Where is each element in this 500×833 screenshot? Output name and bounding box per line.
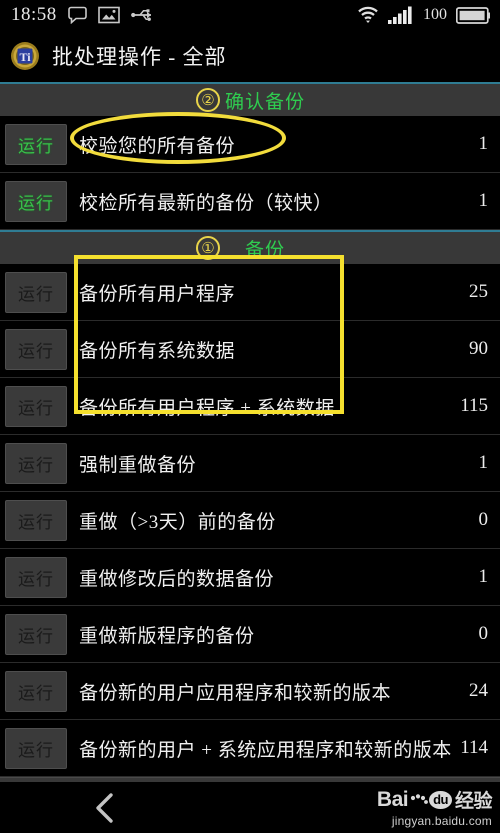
- run-button[interactable]: 运行: [5, 385, 67, 427]
- list-item-count: 0: [478, 623, 489, 644]
- wifi-icon: [357, 6, 379, 24]
- list-item[interactable]: 运行 备份所有用户程序 + 系统数据 115: [0, 378, 500, 435]
- list-item-count: 1: [478, 452, 489, 473]
- title-bar: Ti 批处理操作 - 全部: [0, 30, 500, 82]
- titanium-backup-icon: Ti: [10, 41, 40, 71]
- annotation-step-number: ②: [196, 88, 220, 112]
- status-bar-right: 100: [357, 6, 500, 24]
- list-item-count: 115: [460, 395, 488, 416]
- section-header-label: 备份: [244, 239, 285, 261]
- list-item-count: 1: [478, 190, 489, 211]
- run-button[interactable]: 运行: [5, 328, 67, 370]
- list-item-title: 重做修改后的数据备份: [79, 568, 275, 590]
- list-item-title: 重做新版程序的备份: [79, 625, 255, 647]
- back-chevron-icon[interactable]: [88, 791, 122, 825]
- list-item-title: 强制重做备份: [79, 454, 197, 476]
- paw-print-icon: [408, 792, 428, 808]
- status-time: 18:58: [11, 4, 57, 25]
- run-button-label: 运行: [18, 398, 54, 418]
- list-item-title: 备份新的用户 + 系统应用程序和较新的版本: [79, 739, 452, 761]
- list-item-title: 重做（>3天）前的备份: [79, 511, 276, 533]
- run-button-label: 运行: [18, 512, 54, 532]
- list-item[interactable]: 运行 备份新的用户 + 系统应用程序和较新的版本 114: [0, 720, 500, 777]
- section-header: ① 备份: [0, 230, 500, 264]
- list-item-count: 24: [469, 680, 488, 701]
- run-button[interactable]: 运行: [5, 180, 67, 222]
- run-button[interactable]: 运行: [5, 556, 67, 598]
- page-title: 批处理操作 - 全部: [52, 45, 227, 69]
- list-item[interactable]: 运行 重做新版程序的备份 0: [0, 606, 500, 663]
- battery-percent-label: 100: [423, 6, 447, 23]
- run-button-label: 运行: [18, 284, 54, 304]
- run-button-label: 运行: [18, 455, 54, 475]
- list-item[interactable]: 运行 校验您的所有备份 1: [0, 116, 500, 173]
- watermark-url: jingyan.baidu.com: [391, 814, 492, 828]
- section-header-label: 确认备份: [224, 91, 305, 113]
- list-item-count: 25: [469, 281, 488, 302]
- run-button-label: 运行: [18, 136, 54, 156]
- watermark-brand: Bai: [376, 787, 409, 811]
- list-item[interactable]: 运行 备份新的用户应用程序和较新的版本 24: [0, 663, 500, 720]
- status-bar: 18:58 100: [0, 0, 500, 30]
- gallery-icon: [97, 6, 120, 24]
- list-item-title: 备份所有用户程序: [79, 283, 236, 305]
- nav-bar: Bai du 经验 jingyan.baidu.com: [0, 782, 500, 833]
- list-item-title: 备份新的用户应用程序和较新的版本: [79, 682, 392, 704]
- run-button[interactable]: 运行: [5, 613, 67, 655]
- list-item[interactable]: 运行 重做修改后的数据备份 1: [0, 549, 500, 606]
- run-button-label: 运行: [18, 626, 54, 646]
- run-button[interactable]: 运行: [5, 123, 67, 165]
- run-button[interactable]: 运行: [5, 727, 67, 769]
- run-button-label: 运行: [18, 193, 54, 213]
- watermark-cn: 经验: [454, 791, 493, 812]
- run-button-label: 运行: [18, 740, 54, 760]
- list-item[interactable]: 运行 备份所有系统数据 90: [0, 321, 500, 378]
- run-button-label: 运行: [18, 683, 54, 703]
- usb-icon: [130, 7, 155, 23]
- list-item-count: 114: [460, 737, 488, 758]
- speech-bubble-icon: [67, 6, 87, 25]
- run-button[interactable]: 运行: [5, 442, 67, 484]
- svg-text:Ti: Ti: [19, 50, 31, 64]
- list-item-count: 1: [478, 133, 489, 154]
- list-item-title: 校验您的所有备份: [79, 135, 236, 157]
- run-button[interactable]: 运行: [5, 670, 67, 712]
- run-button-label: 运行: [18, 569, 54, 589]
- list-item[interactable]: 运行 校检所有最新的备份（较快） 1: [0, 173, 500, 230]
- run-button[interactable]: 运行: [5, 499, 67, 541]
- list-item[interactable]: 运行 备份所有用户程序 25: [0, 264, 500, 321]
- list-item-title: 备份所有用户程序 + 系统数据: [79, 397, 335, 419]
- annotation-step-number: ①: [196, 236, 220, 260]
- phone-screen: 18:58 100 Ti 批处理操作 - 全部 ② 确认备份 运行 校验您的所有…: [0, 0, 500, 833]
- battery-icon: [455, 6, 490, 24]
- list-item[interactable]: 运行 重做（>3天）前的备份 0: [0, 492, 500, 549]
- run-button-label: 运行: [18, 341, 54, 361]
- watermark-du: du: [429, 790, 452, 809]
- baidu-watermark: Bai du 经验 jingyan.baidu.com: [376, 786, 493, 829]
- signal-bars-icon: [388, 6, 414, 24]
- list-item-title: 备份所有系统数据: [79, 340, 236, 362]
- list-item-title: 校检所有最新的备份（较快）: [79, 192, 333, 214]
- status-bar-left: 18:58: [0, 4, 155, 26]
- batch-action-list[interactable]: ② 确认备份 运行 校验您的所有备份 1 运行 校检所有最新的备份（较快） 1 ① 备份 运行 备份所…: [0, 82, 500, 799]
- section-header: ② 确认备份: [0, 82, 500, 116]
- list-item[interactable]: 运行 强制重做备份 1: [0, 435, 500, 492]
- run-button[interactable]: 运行: [5, 271, 67, 313]
- list-item-count: 90: [469, 338, 488, 359]
- list-item-count: 0: [478, 509, 489, 530]
- list-item-count: 1: [478, 566, 489, 587]
